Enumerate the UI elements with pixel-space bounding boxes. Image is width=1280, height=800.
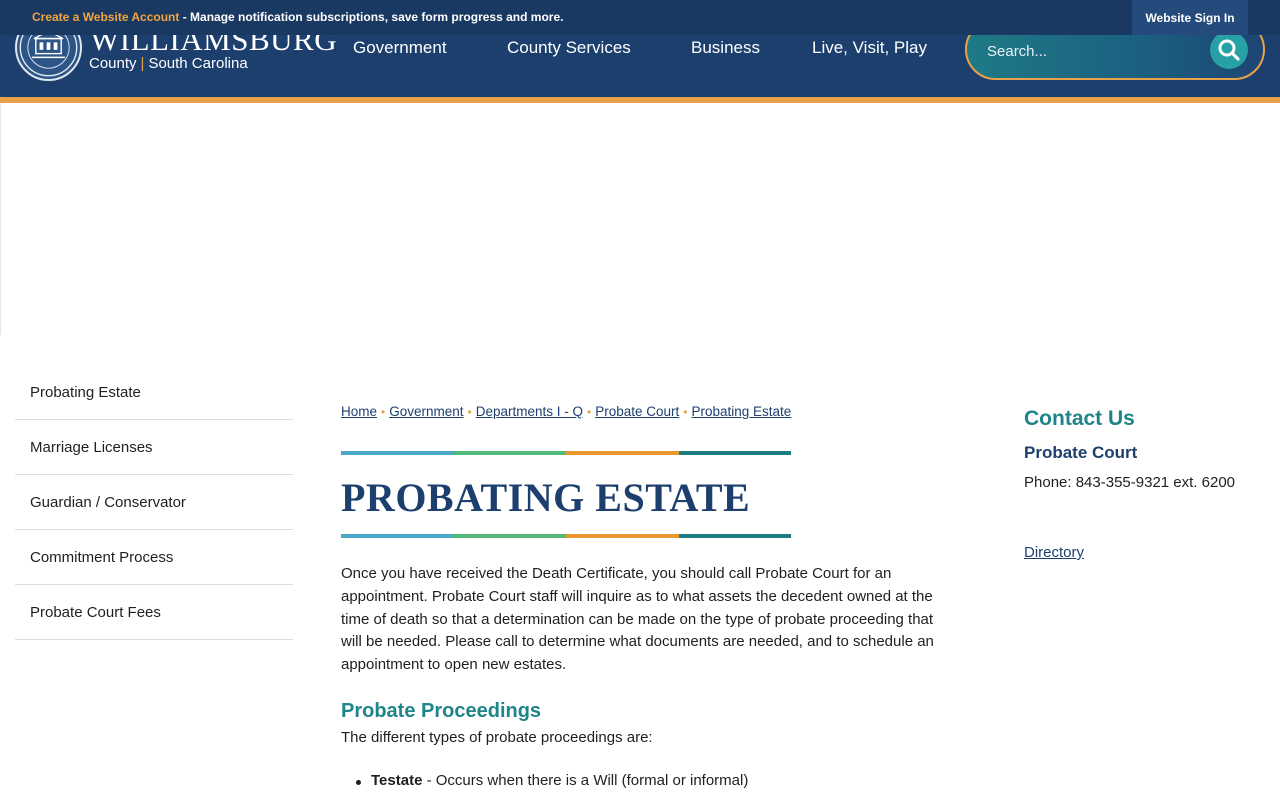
section-heading-probate-proceedings: Probate Proceedings xyxy=(341,700,542,722)
title-stripe-bottom xyxy=(341,534,791,538)
list-item: Testate - Occurs when there is a Will (f… xyxy=(355,772,749,789)
logo-subtitle: County | South Carolina xyxy=(89,55,248,72)
breadcrumb-probate-court[interactable]: Probate Court xyxy=(595,404,679,419)
breadcrumb-probating-estate[interactable]: Probating Estate xyxy=(691,404,791,419)
breadcrumb-separator: • xyxy=(381,405,386,419)
contact-department: Probate Court xyxy=(1024,443,1138,462)
nav-live-visit-play[interactable]: Live, Visit, Play xyxy=(812,38,927,58)
contact-phone: Phone: 843-355-9321 ext. 6200 xyxy=(1024,474,1236,491)
create-account-link[interactable]: Create a Website Account xyxy=(32,10,179,24)
account-message-text: - Manage notification subscriptions, sav… xyxy=(179,10,564,24)
logo-county-word: County xyxy=(89,55,137,72)
breadcrumb-government[interactable]: Government xyxy=(389,404,463,419)
search-button[interactable] xyxy=(1210,31,1248,69)
directory-link[interactable]: Directory xyxy=(1024,544,1084,561)
contact-heading: Contact Us xyxy=(1024,407,1135,430)
search-input[interactable] xyxy=(987,39,1207,63)
search-icon xyxy=(1218,39,1240,61)
sidebar-item-probate-court-fees[interactable]: Probate Court Fees xyxy=(15,585,293,640)
sidebar-item-commitment-process[interactable]: Commitment Process xyxy=(15,530,293,585)
list-item-description: - Occurs when there is a Will (formal or… xyxy=(422,772,749,789)
title-stripe-top xyxy=(341,451,791,455)
page-title: PROBATING ESTATE xyxy=(341,475,751,520)
website-sign-in-button[interactable]: Website Sign In xyxy=(1132,0,1248,35)
logo-state: South Carolina xyxy=(148,55,248,72)
intro-paragraph: Once you have received the Death Certifi… xyxy=(341,565,934,674)
section-paragraph: The different types of probate proceedin… xyxy=(341,729,653,746)
site-header: Create a Website Account - Manage notifi… xyxy=(0,0,1280,103)
list-item-term: Testate xyxy=(371,772,423,789)
sidebar-item-probating-estate[interactable]: Probating Estate xyxy=(15,365,293,420)
breadcrumb-home[interactable]: Home xyxy=(341,404,377,419)
breadcrumb: Home • Government • Departments I - Q • Probat… xyxy=(341,404,791,419)
page-banner xyxy=(0,103,1280,335)
sidebar-item-guardian-conservator[interactable]: Guardian / Conservator xyxy=(15,475,293,530)
nav-government[interactable]: Government xyxy=(353,38,447,58)
breadcrumb-separator: • xyxy=(683,405,688,419)
nav-county-services[interactable]: County Services xyxy=(507,38,631,58)
account-message: Create a Website Account - Manage notifi… xyxy=(32,10,563,24)
sidebar-item-marriage-licenses[interactable]: Marriage Licenses xyxy=(15,420,293,475)
logo-divider: | xyxy=(140,55,145,72)
section-sidebar: Probating Estate Marriage Licenses Guard… xyxy=(15,365,293,640)
breadcrumb-separator: • xyxy=(467,405,472,419)
nav-business[interactable]: Business xyxy=(691,38,760,58)
proceedings-list: Testate - Occurs when there is a Will (f… xyxy=(355,772,749,789)
account-bar: Create a Website Account - Manage notifi… xyxy=(0,0,1280,35)
breadcrumb-departments[interactable]: Departments I - Q xyxy=(476,404,583,419)
breadcrumb-separator: • xyxy=(587,405,592,419)
